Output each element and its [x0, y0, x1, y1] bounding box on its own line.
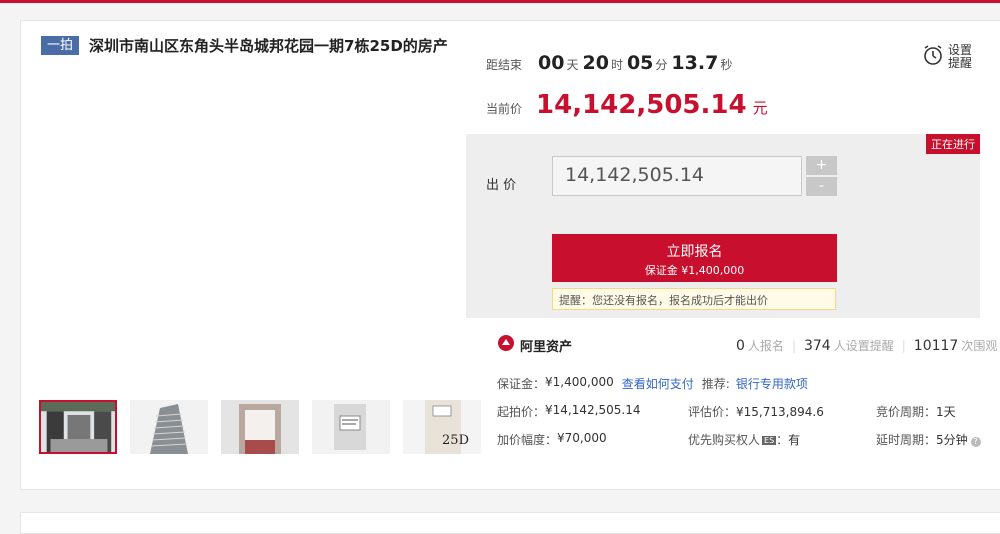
- increment-key: 加价幅度: [497, 433, 546, 447]
- thumb-door[interactable]: 25D: [403, 400, 481, 454]
- countdown-minutes-unit: 分: [655, 58, 668, 72]
- appraisal-key: 评估价: [688, 405, 725, 419]
- top-accent-line: [0, 0, 1000, 3]
- start-price-value: ¥14,142,505.14: [545, 403, 641, 417]
- deposit-value: ¥1,400,000: [545, 375, 614, 389]
- signup-button-label: 立即报名: [666, 244, 723, 260]
- deposit-key: 保证金: [497, 377, 534, 391]
- appraisal-value: ¥15,713,894.6: [736, 405, 824, 419]
- thumb-door-label: 25D: [442, 433, 469, 448]
- stats-bar: 0 人报名 | 374 人设置提醒 | 10117 次围观: [736, 337, 997, 354]
- provider-name: 阿里资产: [520, 339, 573, 355]
- current-price-row: 当前价 14,142,505.14 元: [486, 90, 768, 120]
- auction-round-badge: 一拍: [41, 36, 80, 55]
- increase-bid-button[interactable]: +: [806, 156, 837, 175]
- appraisal-item: 评估价：¥15,713,894.6: [688, 403, 824, 420]
- stats-divider: |: [791, 339, 796, 353]
- signup-count-label: 人报名: [747, 339, 784, 353]
- set-reminder-label: 设置 提醒: [948, 44, 972, 70]
- increment-value: ¥70,000: [557, 431, 607, 445]
- thumb-lobby[interactable]: [221, 400, 299, 454]
- priority-value: 有: [788, 433, 801, 447]
- reminder-count: 374: [803, 338, 831, 354]
- bid-stepper: + -: [806, 156, 837, 196]
- thumbnail-strip: 25D: [39, 400, 494, 454]
- main-image[interactable]: [39, 81, 493, 401]
- delay-item: 延时周期：5分钟?: [876, 431, 981, 448]
- colon: ：: [924, 433, 937, 447]
- stats-divider: |: [901, 339, 906, 353]
- colon: ：: [776, 433, 789, 447]
- set-reminder-button[interactable]: 设置 提醒: [922, 44, 972, 70]
- set-reminder-line2: 提醒: [948, 56, 973, 70]
- current-price-label: 当前价: [486, 102, 523, 116]
- next-section-card: [20, 512, 1000, 534]
- priority-info-badge[interactable]: ES: [762, 436, 777, 445]
- set-reminder-line1: 设置: [948, 43, 973, 57]
- countdown-days-unit: 天: [566, 58, 579, 72]
- start-price-key: 起拍价: [497, 405, 534, 419]
- increment-row: 加价幅度 ： ¥70,000: [497, 431, 607, 448]
- signup-count: 0: [736, 338, 745, 354]
- decrease-bid-button[interactable]: -: [806, 177, 837, 196]
- start-price-row: 起拍价 ： ¥14,142,505.14: [497, 403, 640, 420]
- thumb-entrance[interactable]: [39, 400, 117, 454]
- countdown-days: 00: [538, 52, 565, 74]
- colon: ：: [924, 405, 937, 419]
- countdown-hours-unit: 时: [610, 58, 623, 72]
- help-icon[interactable]: ?: [970, 437, 981, 447]
- signup-tip: 提醒：您还没有报名，报名成功后才能出价: [552, 288, 836, 310]
- status-badge: 正在进行: [926, 134, 980, 154]
- countdown: 距结束 00 天 20 时 05 分 13.7 秒: [486, 52, 736, 74]
- provider[interactable]: 阿里资产: [497, 334, 572, 356]
- bid-panel: 正在进行 出 价 14,142,505.14 + - 立即报名 保证金 ¥1,4…: [466, 134, 980, 318]
- priority-item: 优先购买权人 ES ：有: [688, 431, 800, 448]
- bid-amount-input[interactable]: 14,142,505.14: [552, 156, 802, 196]
- current-price-unit: 元: [752, 99, 768, 117]
- priority-key: 优先购买权人: [688, 433, 761, 447]
- countdown-hours: 20: [582, 52, 609, 74]
- countdown-seconds-unit: 秒: [720, 58, 733, 72]
- page-title: 深圳市南山区东角头半岛城邦花园一期7栋25D的房产: [89, 37, 448, 55]
- how-to-pay-link[interactable]: 查看如何支付: [622, 375, 694, 392]
- recommend-key: 推荐:: [701, 377, 730, 391]
- thumb-building[interactable]: [130, 400, 208, 454]
- colon: ：: [545, 433, 558, 447]
- reminder-count-label: 人设置提醒: [833, 339, 894, 353]
- countdown-seconds: 13.7: [671, 52, 719, 74]
- cycle-value: 1天: [936, 405, 956, 419]
- cycle-item: 竞价周期：1天: [876, 403, 956, 420]
- colon: ：: [533, 405, 546, 419]
- delay-key: 延时周期: [876, 433, 925, 447]
- thumb-sign[interactable]: [312, 400, 390, 454]
- colon: ：: [533, 377, 546, 391]
- deposit-row: 保证金 ： ¥1,400,000 查看如何支付 推荐: 银行专用款项: [497, 375, 808, 392]
- colon: ：: [724, 405, 737, 419]
- signup-button[interactable]: 立即报名 保证金 ¥1,400,000: [552, 234, 837, 282]
- view-count: 10117: [913, 338, 959, 354]
- cycle-key: 竞价周期: [876, 405, 925, 419]
- bid-label: 出 价: [486, 178, 517, 193]
- delay-value: 5分钟: [936, 433, 968, 447]
- title-row: 一拍 深圳市南山区东角头半岛城邦花园一期7栋25D的房产: [41, 35, 448, 56]
- bank-payment-link[interactable]: 银行专用款项: [736, 375, 808, 392]
- signup-deposit-label: 保证金 ¥1,400,000: [644, 264, 745, 277]
- ali-assets-logo-icon: [497, 334, 515, 356]
- current-price-value: 14,142,505.14: [536, 90, 747, 120]
- view-count-label: 次围观: [961, 339, 998, 353]
- countdown-label: 距结束: [486, 58, 523, 72]
- alarm-clock-icon: [922, 44, 944, 70]
- countdown-minutes: 05: [626, 52, 654, 74]
